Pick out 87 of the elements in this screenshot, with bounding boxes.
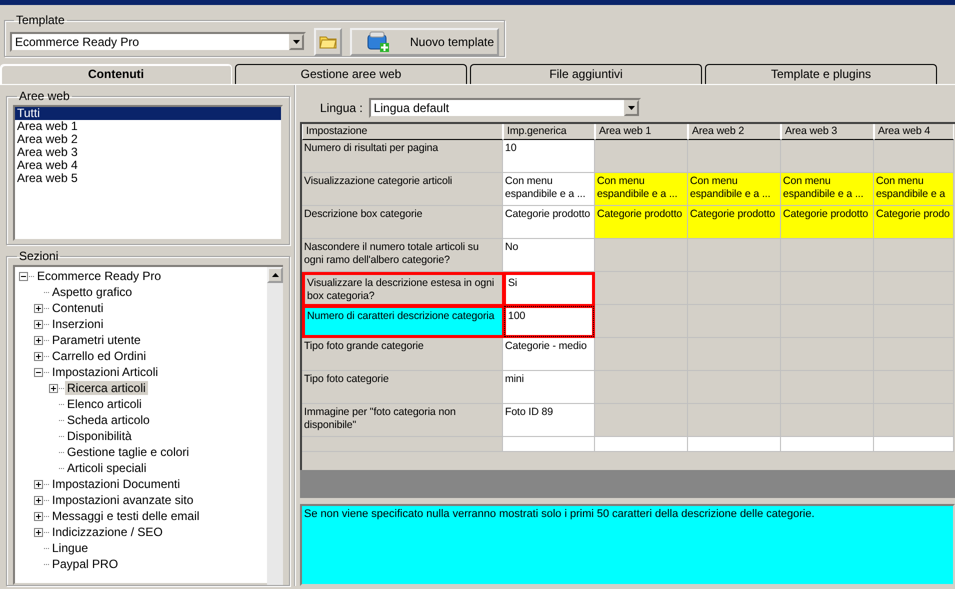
- tree-item[interactable]: Impostazioni Documenti: [50, 477, 182, 491]
- value-cell[interactable]: Categorie prodotto: [595, 206, 688, 239]
- column-header[interactable]: Imp.generica: [503, 124, 595, 140]
- value-cell[interactable]: Categorie prodotto: [503, 206, 595, 239]
- value-cell[interactable]: mini: [503, 371, 595, 404]
- value-cell[interactable]: Categorie prodotto: [688, 206, 781, 239]
- setting-cell[interactable]: Numero di risultati per pagina: [302, 140, 503, 173]
- list-item[interactable]: Area web 2: [15, 133, 281, 146]
- list-item[interactable]: Area web 4: [15, 159, 281, 172]
- list-item[interactable]: Area web 1: [15, 120, 281, 133]
- value-cell[interactable]: Si: [503, 272, 595, 305]
- tree-item[interactable]: Ecommerce Ready Pro: [35, 269, 164, 283]
- tree-item[interactable]: Paypal PRO: [50, 557, 120, 571]
- tree-item[interactable]: Messaggi e testi delle email: [50, 509, 202, 523]
- tree-item[interactable]: Gestione taglie e colori: [65, 445, 192, 459]
- tab[interactable]: Contenuti: [0, 64, 232, 84]
- expand-icon[interactable]: [34, 480, 43, 488]
- value-cell[interactable]: Con menu espandibile e a ...: [503, 173, 595, 206]
- list-item[interactable]: Area web 3: [15, 146, 281, 159]
- box-plus-icon: [366, 30, 390, 52]
- expand-icon[interactable]: [34, 528, 43, 536]
- tree-item[interactable]: Impostazioni avanzate sito: [50, 493, 196, 507]
- group-label: Aree web: [18, 89, 71, 103]
- tree-item[interactable]: Aspetto grafico: [50, 285, 134, 299]
- tab[interactable]: Template e plugins: [705, 64, 937, 84]
- setting-cell[interactable]: Nascondere il numero totale articoli su ogni ramo dell'albero categorie?: [302, 239, 503, 272]
- collapse-icon[interactable]: [19, 272, 28, 280]
- tree-item[interactable]: Indicizzazione / SEO: [50, 525, 165, 539]
- setting-cell[interactable]: Immagine per "foto categoria non disponibile": [302, 404, 503, 437]
- column-header[interactable]: Area web 3: [781, 124, 874, 140]
- tree-item[interactable]: Inserzioni: [50, 317, 106, 331]
- column-header[interactable]: Area web 4: [874, 124, 954, 140]
- group-label: Sezioni: [18, 249, 60, 263]
- value-cell[interactable]: 10: [503, 140, 595, 173]
- list-item[interactable]: Tutti: [15, 107, 281, 120]
- collapse-icon[interactable]: [34, 368, 43, 376]
- tree-item[interactable]: Elenco articoli: [65, 397, 144, 411]
- language-dropdown[interactable]: Lingua default: [368, 98, 641, 118]
- setting-cell[interactable]: Tipo foto grande categorie: [302, 338, 503, 371]
- expand-icon[interactable]: [34, 336, 43, 344]
- setting-cell[interactable]: Visualizzare la descrizione estesa in ogni box categoria?: [302, 272, 503, 305]
- value-cell[interactable]: Categorie prodotto: [781, 206, 874, 239]
- new-template-button[interactable]: Nuovo template: [350, 28, 499, 56]
- group-label: Template: [15, 13, 66, 27]
- open-folder-button[interactable]: [314, 28, 342, 56]
- tree-item[interactable]: Disponibilità: [65, 429, 134, 443]
- template-dropdown[interactable]: Ecommerce Ready Pro: [10, 32, 306, 52]
- expand-icon[interactable]: [34, 352, 43, 360]
- value-cell[interactable]: Con menu espandibile e a ...: [595, 173, 688, 206]
- tree-item[interactable]: Parametri utente: [50, 333, 143, 347]
- tab[interactable]: Gestione aree web: [235, 64, 467, 84]
- value-cell[interactable]: Categorie prodo: [874, 206, 954, 239]
- scroll-up-icon: [272, 273, 278, 277]
- expand-icon[interactable]: [34, 304, 43, 312]
- column-header[interactable]: Impostazione: [302, 124, 503, 140]
- tree-item[interactable]: Contenuti: [50, 301, 106, 315]
- tree-item[interactable]: Impostazioni Articoli: [50, 365, 160, 379]
- value-cell[interactable]: 100: [503, 305, 595, 338]
- column-header[interactable]: Area web 2: [688, 124, 781, 140]
- tab[interactable]: File aggiuntivi: [470, 64, 702, 84]
- value-cell[interactable]: No: [503, 239, 595, 272]
- scrollbar[interactable]: [267, 265, 283, 585]
- tree-item[interactable]: Articoli speciali: [65, 461, 148, 475]
- setting-cell[interactable]: Numero di caratteri descrizione categoria: [302, 305, 503, 338]
- expand-icon[interactable]: [34, 320, 43, 328]
- tree-item[interactable]: Lingue: [50, 541, 90, 555]
- setting-cell[interactable]: Visualizzazione categorie articoli: [302, 173, 503, 206]
- tree-item[interactable]: Carrello ed Ordini: [50, 349, 148, 363]
- setting-cell[interactable]: Tipo foto categorie: [302, 371, 503, 404]
- dropdown-arrow-icon: [293, 40, 300, 44]
- column-header[interactable]: Area web 1: [595, 124, 688, 140]
- description-text: Se non viene specificato nulla verranno mostrati solo i primi 50 caratteri della descrizione delle categorie.: [300, 504, 955, 586]
- dropdown-arrow-icon: [628, 106, 635, 110]
- value-cell[interactable]: Categorie - medio: [503, 338, 595, 371]
- setting-cell[interactable]: Descrizione box categorie: [302, 206, 503, 239]
- folder-icon: [319, 34, 337, 49]
- list-item[interactable]: Area web 5: [15, 172, 281, 185]
- value-cell[interactable]: Con menu espandibile e a: [874, 173, 954, 206]
- value-cell[interactable]: Con menu espandibile e a ...: [781, 173, 874, 206]
- value-cell[interactable]: Foto ID 89: [503, 404, 595, 437]
- expand-icon[interactable]: [49, 384, 58, 392]
- language-label: Lingua :: [320, 101, 363, 115]
- tree-item[interactable]: Scheda articolo: [65, 413, 152, 427]
- tree-item[interactable]: Ricerca articoli: [65, 381, 148, 395]
- expand-icon[interactable]: [34, 512, 43, 520]
- value-cell[interactable]: Con menu espandibile e a ...: [688, 173, 781, 206]
- expand-icon[interactable]: [34, 496, 43, 504]
